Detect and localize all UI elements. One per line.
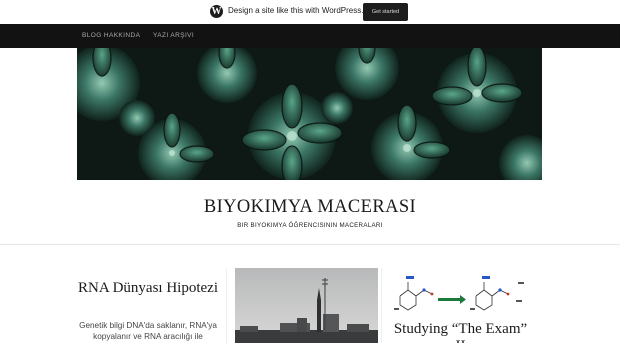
site-description: Bir biyokimya öğrencisinin maceraları [237,222,383,229]
post-excerpt: Genetik bilgi DNA'da saklanır, RNA'ya ko… [79,321,217,341]
wordpress-logo-icon[interactable]: W [210,5,223,18]
post-title[interactable]: RNA Dünyası Hipotezi [78,280,218,297]
promo-text[interactable]: Design a site like this with WordPress.c… [228,6,379,15]
nav-item-about[interactable]: Blog Hakkinda [82,32,140,39]
nav-item-archive[interactable]: Yazı Arşivi [153,32,194,39]
site-title[interactable]: Biyokimya Macerası [0,197,620,218]
post-thumbnail[interactable] [388,272,533,314]
post-thumbnail[interactable] [235,268,378,343]
post-title[interactable]: Studying “The Exam” II [388,321,533,343]
header-divider [0,244,620,245]
header-image[interactable] [77,48,542,180]
get-started-button[interactable]: Get started [363,3,408,21]
chemical-structures-diagram-icon [388,272,533,314]
column-divider [381,268,382,343]
column-divider [226,268,227,343]
city-skyline-photo-icon [235,268,378,343]
succulents-photo-icon [77,48,542,180]
wordpress-promo-bar: W Design a site like this with WordPress… [0,0,620,24]
main-navigation: Blog Hakkinda Yazı Arşivi [0,24,620,48]
